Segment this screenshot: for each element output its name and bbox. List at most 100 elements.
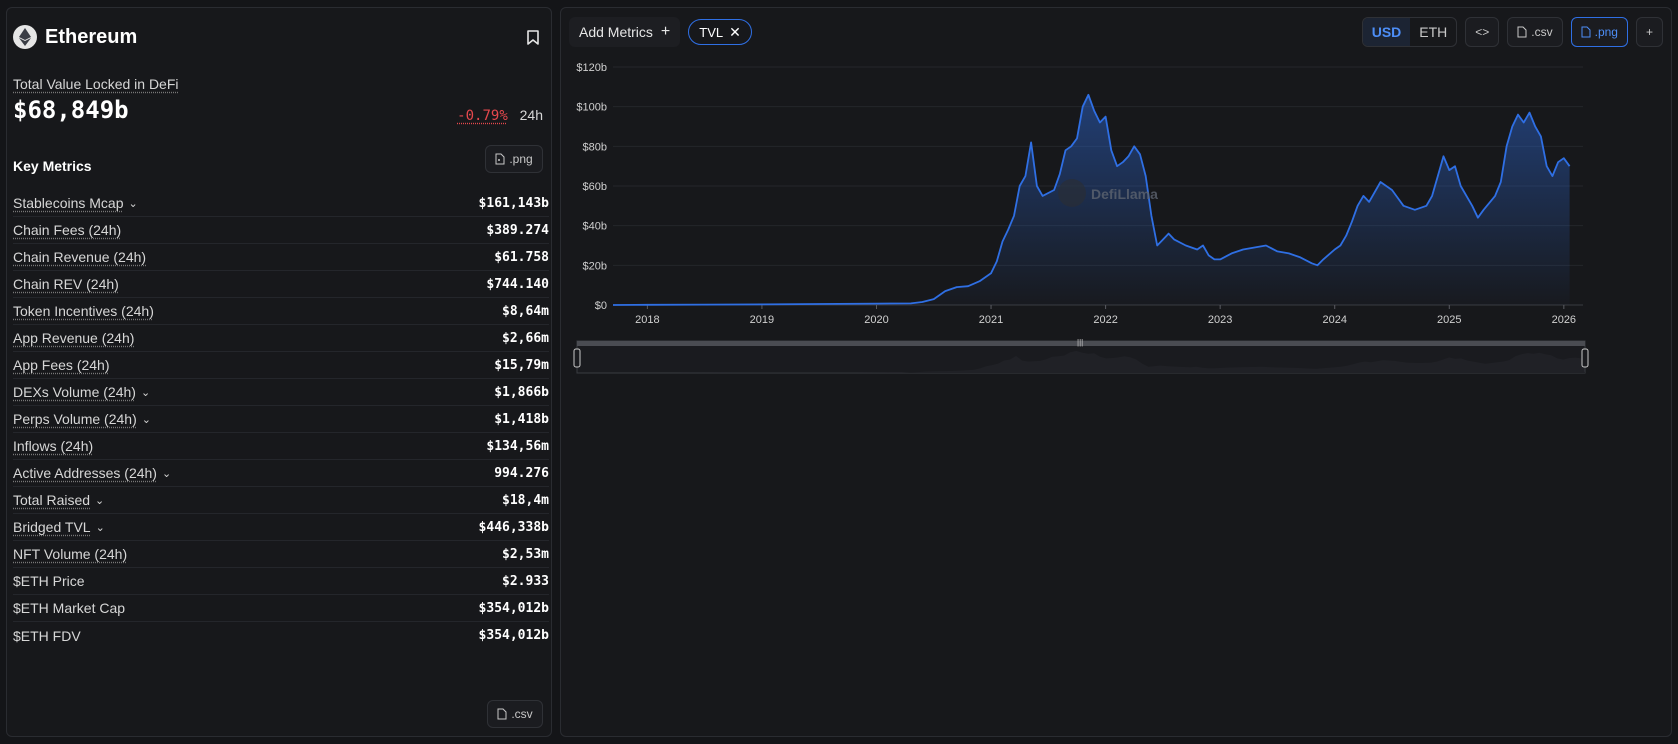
range-handle-right[interactable] [1581,348,1589,368]
png-label: .png [509,152,533,166]
x-tick-label: 2019 [750,314,774,326]
metric-label[interactable]: Active Addresses (24h) [13,465,157,481]
metric-row-eth-market-cap: $ETH Market Cap $354,012b [13,595,549,622]
metric-value: 994.276 [494,465,549,481]
metric-row-inflows: Inflows (24h) $134,56m [13,433,549,460]
tvl-change: -0.79% 24h [457,107,543,124]
chain-title: Ethereum [45,25,138,48]
x-tick-label: 2026 [1552,314,1576,326]
key-metrics-csv-button[interactable]: .csv [487,700,543,728]
metric-value: $8,64m [502,303,549,319]
metric-row-stablecoins-mcap[interactable]: Stablecoins Mcap ⌄ $161,143b [13,190,549,217]
y-axis: $0 $20b $40b $60b $80b $100b $120b [576,62,607,312]
chevron-down-icon[interactable]: ⌄ [129,197,138,210]
tvl-change-percent: -0.79% [457,108,508,124]
y-tick-label: $80b [583,141,607,153]
y-tick-label: $0 [595,300,607,312]
metric-label[interactable]: App Revenue (24h) [13,330,134,346]
tvl-chart[interactable]: $0 $20b $40b $60b $80b $100b $120b 2018 2019 202… [561,8,1671,398]
metric-value: $15,79m [494,357,549,373]
metric-label[interactable]: Chain REV (24h) [13,276,119,292]
metric-row-app-fees: App Fees (24h) $15,79m [13,352,549,379]
metric-row-eth-price: $ETH Price $2.933 [13,568,549,595]
metric-value: $744.140 [486,276,549,292]
metric-row-perps-volume[interactable]: Perps Volume (24h) ⌄ $1,418b [13,406,549,433]
metric-value: $2,66m [502,330,549,346]
x-tick-label: 2025 [1437,314,1461,326]
x-tick-label: 2020 [864,314,888,326]
metric-row-token-incentives: Token Incentives (24h) $8,64m [13,298,549,325]
metric-label[interactable]: DEXs Volume (24h) [13,384,136,400]
y-tick-label: $100b [576,102,607,114]
metric-value: $1,866b [494,384,549,400]
metric-label[interactable]: Bridged TVL [13,519,91,535]
metric-label[interactable]: Chain Fees (24h) [13,222,121,238]
metric-label[interactable]: App Fees (24h) [13,357,110,373]
chart-panel: Add Metrics + TVL ✕ USD ETH <> .csv .png [560,7,1672,737]
range-slider[interactable]: ||| [573,338,1589,374]
metric-value: $1,418b [494,411,549,427]
chain-header: Ethereum [13,17,541,57]
chevron-down-icon[interactable]: ⌄ [141,386,150,399]
range-handle-left[interactable] [573,348,581,368]
metric-row-chain-fees: Chain Fees (24h) $389.274 [13,217,549,244]
chevron-down-icon[interactable]: ⌄ [96,521,105,534]
metric-row-bridged-tvl[interactable]: Bridged TVL ⌄ $446,338b [13,514,549,541]
x-tick-label: 2024 [1322,314,1346,326]
metric-value: $61.758 [494,249,549,265]
y-tick-label: $120b [576,62,607,74]
tvl-change-period: 24h [519,107,543,123]
metric-row-app-revenue: App Revenue (24h) $2,66m [13,325,549,352]
metric-label[interactable]: Inflows (24h) [13,438,93,454]
csv-label: .csv [511,707,533,721]
metric-row-active-addresses[interactable]: Active Addresses (24h) ⌄ 994.276 [13,460,549,487]
tvl-label[interactable]: Total Value Locked in DeFi [13,76,179,92]
metric-value: $161,143b [478,195,549,211]
metric-value: $354,012b [478,628,549,643]
chevron-down-icon[interactable]: ⌄ [95,494,104,507]
metric-label: $ETH FDV [13,627,81,644]
metric-label[interactable]: Stablecoins Mcap [13,195,124,211]
metric-row-nft-volume: NFT Volume (24h) $2,53m [13,541,549,568]
metric-row-chain-rev: Chain REV (24h) $744.140 [13,271,549,298]
metric-label: $ETH Price [13,573,85,589]
metric-row-total-raised[interactable]: Total Raised ⌄ $18,4m [13,487,549,514]
range-grip-icon[interactable]: ||| [1077,338,1083,347]
key-metrics-png-button[interactable]: .png [485,145,543,173]
metric-row-chain-revenue: Chain Revenue (24h) $61.758 [13,244,549,271]
metric-value: $134,56m [486,438,549,454]
tvl-value: $68,849b [13,96,129,124]
y-tick-label: $20b [583,260,607,272]
y-tick-label: $60b [583,181,607,193]
metric-value: $389.274 [486,222,549,238]
x-tick-label: 2022 [1093,314,1117,326]
ethereum-icon [13,25,37,49]
metric-label[interactable]: NFT Volume (24h) [13,546,127,562]
watermark-text: DefiLlama [1091,186,1158,202]
chain-overview-panel: Ethereum Total Value Locked in DeFi $68,… [6,7,552,737]
y-tick-label: $40b [583,221,607,233]
chevron-down-icon[interactable]: ⌄ [142,413,151,426]
file-icon [497,708,507,720]
metric-value: $446,338b [478,519,549,535]
x-tick-label: 2021 [979,314,1003,326]
metric-value: $2.933 [502,573,549,589]
metric-value: $2,53m [502,546,549,562]
llama-logo-icon [1058,179,1086,207]
x-axis: 2018 2019 2020 2021 2022 2023 2024 2025 2026 [635,305,1576,326]
metric-value: $354,012b [478,600,549,616]
key-metrics-list: Stablecoins Mcap ⌄ $161,143b Chain Fees (2… [13,190,549,649]
metric-row-eth-fdv: $ETH FDV $354,012b [13,622,549,649]
metric-label[interactable]: Total Raised [13,492,90,508]
metric-row-dexs-volume[interactable]: DEXs Volume (24h) ⌄ $1,866b [13,379,549,406]
metric-label[interactable]: Token Incentives (24h) [13,303,154,319]
bookmark-icon[interactable] [525,29,541,45]
chevron-down-icon[interactable]: ⌄ [162,467,171,480]
x-tick-label: 2023 [1208,314,1232,326]
key-metrics-title: Key Metrics [13,158,92,174]
metric-value: $18,4m [502,492,549,508]
metric-label[interactable]: Perps Volume (24h) [13,411,137,427]
file-icon [495,153,505,165]
metric-label[interactable]: Chain Revenue (24h) [13,249,146,265]
x-tick-label: 2018 [635,314,659,326]
